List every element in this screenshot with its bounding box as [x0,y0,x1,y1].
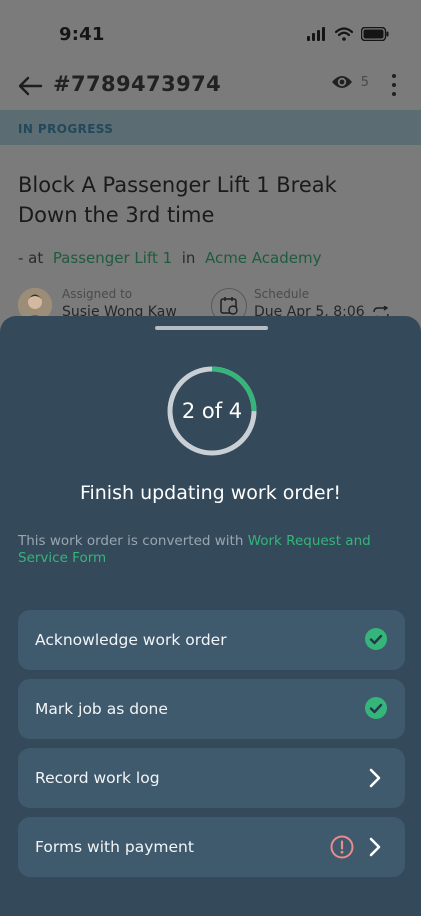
status-label: IN PROGRESS [18,122,114,136]
action-forms-payment[interactable]: Forms with payment [18,817,405,877]
header: #7789473974 5 [0,64,421,108]
action-label: Mark job as done [35,700,168,718]
chevron-right-icon [369,837,381,857]
site-link[interactable]: Acme Academy [205,249,322,267]
alert-circle-icon [330,835,354,859]
action-label: Record work log [35,769,160,787]
work-order-title: Block A Passenger Lift 1 Break Down the … [18,173,337,227]
work-order-location: - at Passenger Lift 1 in Acme Academy [18,249,321,267]
wifi-icon [335,27,353,41]
chevron-right-icon [369,768,381,788]
battery-icon [361,27,389,41]
assigned-label: Assigned to [62,287,133,301]
eye-icon [331,76,352,88]
status-icons [307,27,389,41]
screen: 9:41 #7789473974 5 IN PROGRESS Block A P… [0,0,421,916]
check-circle-icon [365,697,387,719]
schedule-label: Schedule [254,287,310,301]
work-order-id: #7789473974 [53,72,222,96]
status-time: 9:41 [59,24,105,45]
status-band: IN PROGRESS [0,110,421,145]
conversion-note: This work order is converted with Work R… [18,533,398,567]
sheet-drag-handle[interactable] [155,326,268,330]
action-label: Forms with payment [35,838,194,856]
action-record-log[interactable]: Record work log [18,748,405,808]
back-arrow-icon[interactable] [16,72,44,100]
progress-text: 2 of 4 [181,399,243,423]
status-bar: 9:41 [0,0,421,64]
viewers-count: 5 [360,74,369,90]
location-in: in [181,249,196,267]
signal-icon [307,27,325,41]
sheet-title: Finish updating work order! [79,482,342,504]
note-prefix: This work order is converted with [18,533,248,549]
more-options-icon[interactable] [391,70,397,100]
action-acknowledge[interactable]: Acknowledge work order [18,610,405,670]
viewers[interactable]: 5 [331,74,369,90]
action-mark-done[interactable]: Mark job as done [18,679,405,739]
asset-link[interactable]: Passenger Lift 1 [53,249,172,267]
bottom-sheet: 2 of 4 Finish updating work order! This … [0,316,421,916]
check-circle-icon [365,628,387,650]
location-prefix: - at [18,249,44,267]
action-label: Acknowledge work order [35,631,227,649]
